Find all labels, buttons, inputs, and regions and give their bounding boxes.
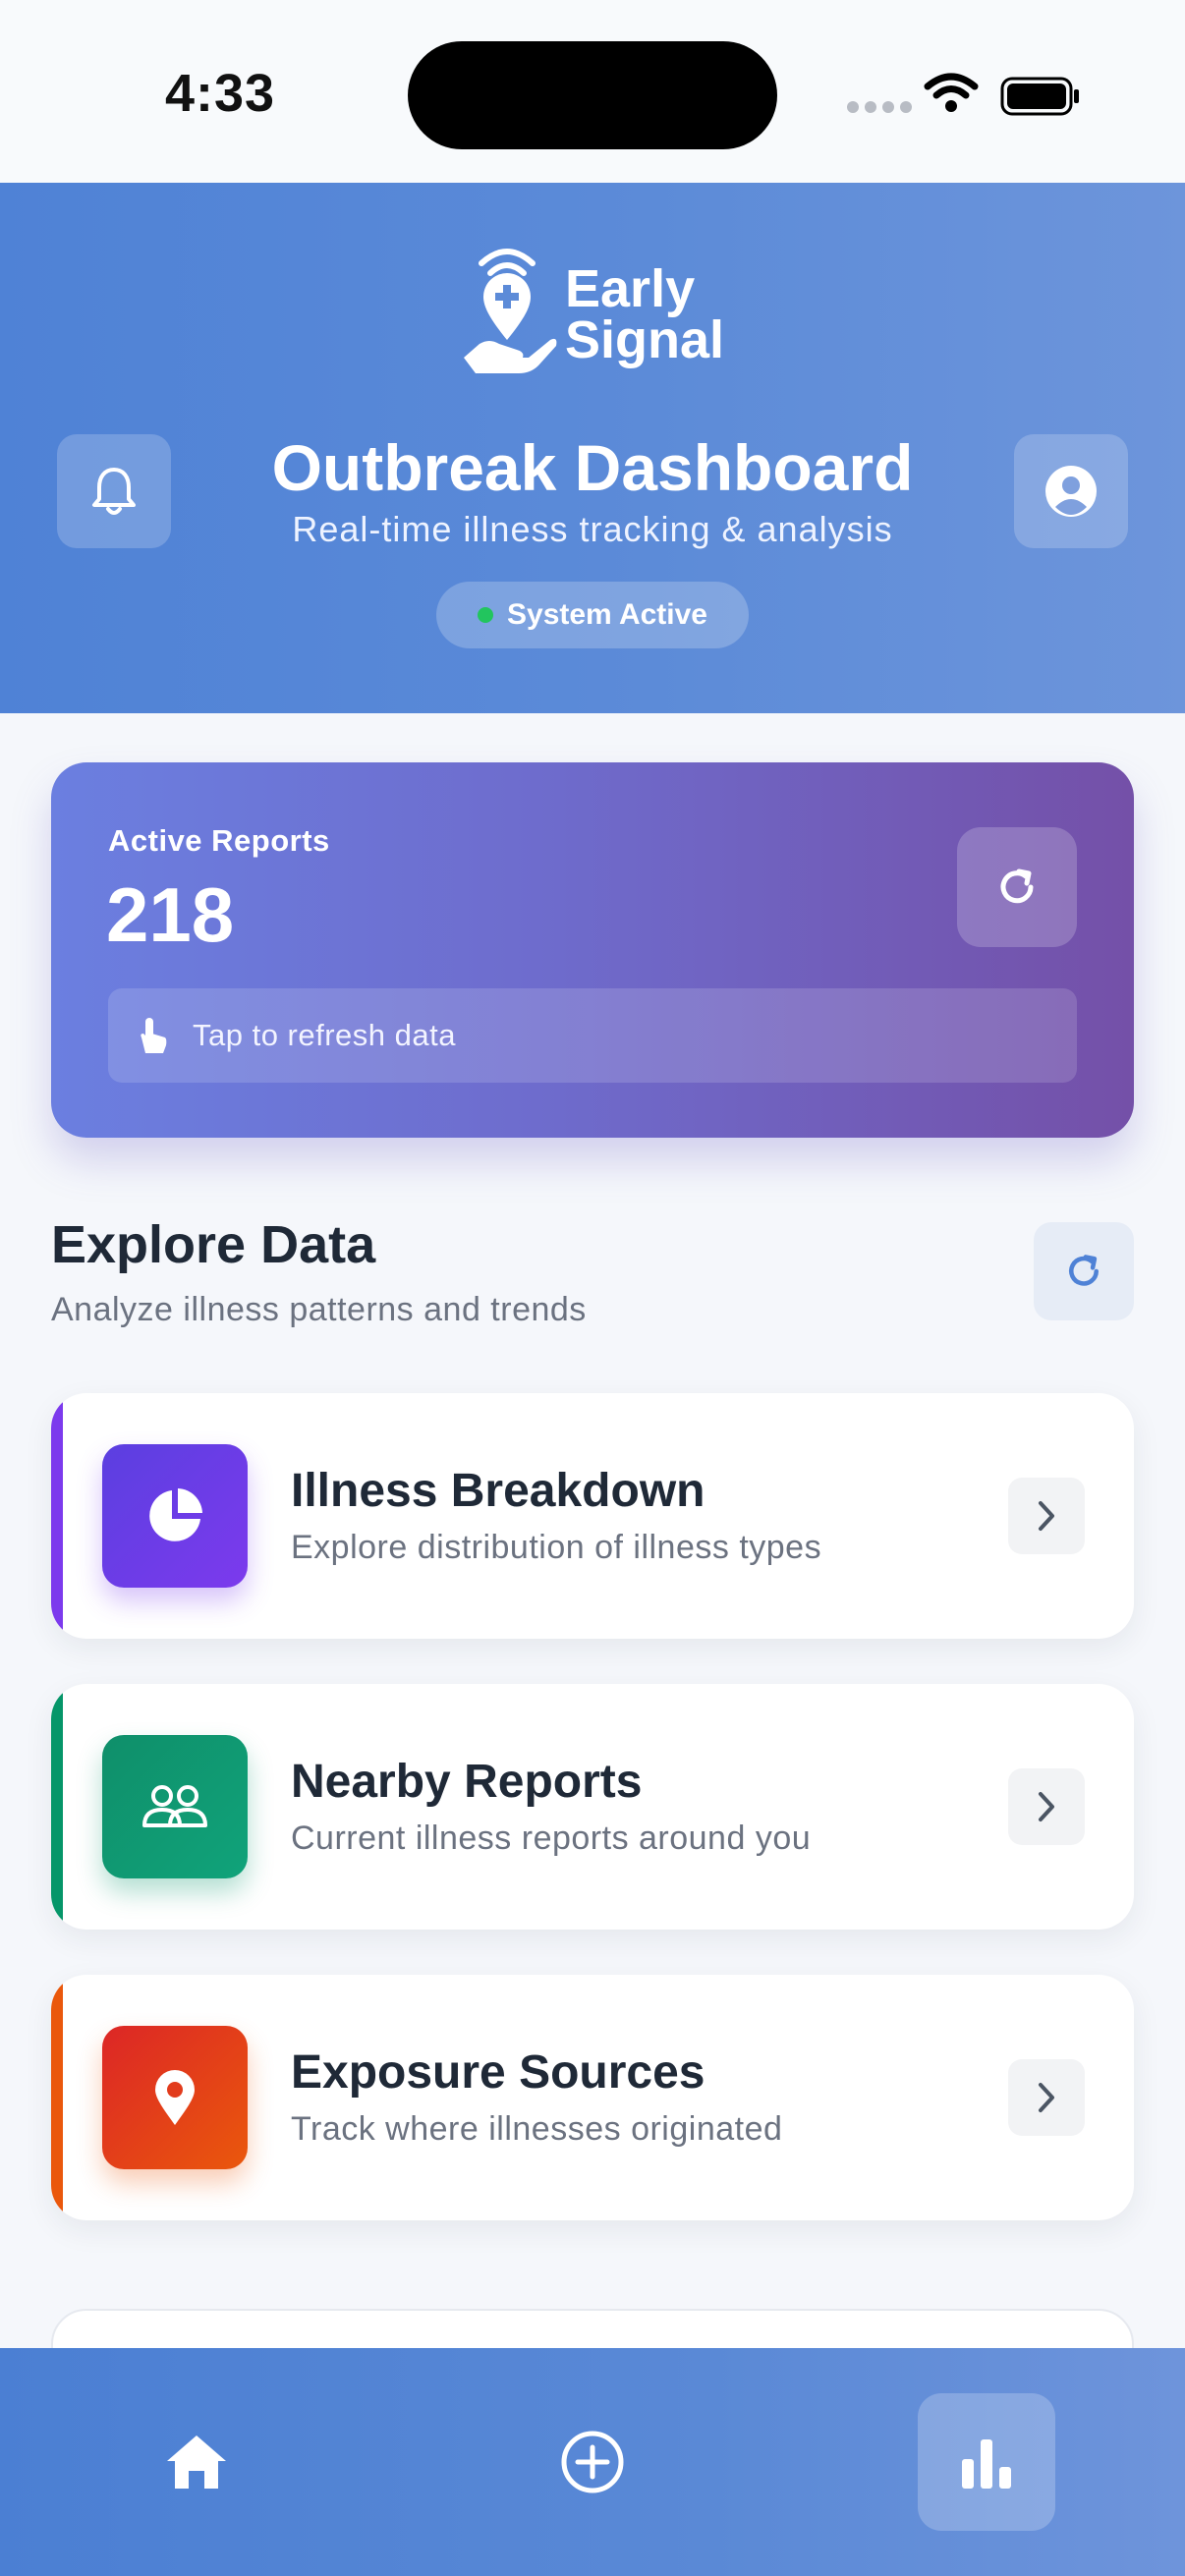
cellular-signal-icon xyxy=(847,101,912,113)
active-reports-card[interactable]: Active Reports 218 Tap to refresh data xyxy=(51,762,1134,1138)
tap-hand-icon xyxy=(141,1018,167,1053)
reports-refresh-button[interactable] xyxy=(957,827,1077,947)
add-circle-icon xyxy=(561,2431,624,2493)
chevron-right-icon xyxy=(1008,1478,1085,1554)
status-bar: 4:33 xyxy=(0,0,1185,183)
card-title: Exposure Sources xyxy=(291,2046,705,2099)
section-title: Explore Data xyxy=(51,1215,376,1274)
card-description: Track where illnesses originated xyxy=(291,2110,783,2148)
bar-chart-icon xyxy=(962,2439,1011,2489)
home-icon xyxy=(167,2436,226,2489)
illness-breakdown-card[interactable]: Illness Breakdown Explore distribution o… xyxy=(51,1393,1134,1639)
profile-button[interactable] xyxy=(1014,434,1128,548)
system-status-label: System Active xyxy=(507,598,707,631)
exposure-sources-card[interactable]: Exposure Sources Track where illnesses o… xyxy=(51,1975,1134,2220)
logo-line-1: Early xyxy=(565,259,696,318)
refresh-icon xyxy=(1000,868,1034,904)
page-title: Outbreak Dashboard xyxy=(271,431,914,504)
logo-line-2: Signal xyxy=(565,310,725,369)
tab-add-report[interactable] xyxy=(524,2393,661,2531)
tab-home[interactable] xyxy=(128,2393,265,2531)
card-icon-box xyxy=(102,1444,248,1588)
refresh-icon xyxy=(1069,1255,1099,1286)
tap-to-refresh-label: Tap to refresh data xyxy=(193,1018,456,1052)
card-icon-box xyxy=(102,1735,248,1878)
user-circle-icon xyxy=(1045,466,1097,517)
bottom-tab-bar xyxy=(0,2348,1185,2576)
system-status-badge: System Active xyxy=(436,582,749,648)
pie-chart-icon xyxy=(149,1488,202,1541)
dashboard-header: Early Signal Outbreak Dashboard Real-tim… xyxy=(0,183,1185,713)
users-icon xyxy=(142,1785,207,1827)
wifi-icon xyxy=(924,73,979,112)
tap-to-refresh-bar[interactable]: Tap to refresh data xyxy=(108,988,1077,1083)
logo-text: Early Signal xyxy=(565,259,725,369)
card-title: Illness Breakdown xyxy=(291,1465,705,1517)
explore-refresh-button[interactable] xyxy=(1034,1222,1134,1320)
page-subtitle: Real-time illness tracking & analysis xyxy=(292,509,893,549)
chevron-right-icon xyxy=(1008,2059,1085,2136)
tab-analytics[interactable] xyxy=(918,2393,1055,2531)
card-accent-bar xyxy=(51,1393,63,1639)
logo-mark-icon xyxy=(464,249,557,373)
card-icon-box xyxy=(102,2026,248,2169)
dynamic-island xyxy=(408,41,777,149)
card-accent-bar xyxy=(51,1684,63,1930)
nearby-reports-card[interactable]: Nearby Reports Current illness reports a… xyxy=(51,1684,1134,1930)
chevron-right-icon xyxy=(1008,1768,1085,1845)
early-signal-logo: Early Signal xyxy=(460,242,735,379)
battery-icon xyxy=(1000,77,1079,116)
location-pin-icon xyxy=(155,2070,195,2125)
active-reports-label: Active Reports xyxy=(108,823,330,858)
screen: 4:33 Early Signal Outbreak Dashboard Rea… xyxy=(0,0,1185,2576)
status-dot-icon xyxy=(478,607,493,623)
card-title: Nearby Reports xyxy=(291,1756,643,1808)
section-subtitle: Analyze illness patterns and trends xyxy=(51,1291,587,1328)
active-reports-count: 218 xyxy=(106,871,235,958)
card-accent-bar xyxy=(51,1975,63,2220)
status-time: 4:33 xyxy=(165,64,276,123)
card-description: Explore distribution of illness types xyxy=(291,1529,822,1566)
card-description: Current illness reports around you xyxy=(291,1820,812,1857)
